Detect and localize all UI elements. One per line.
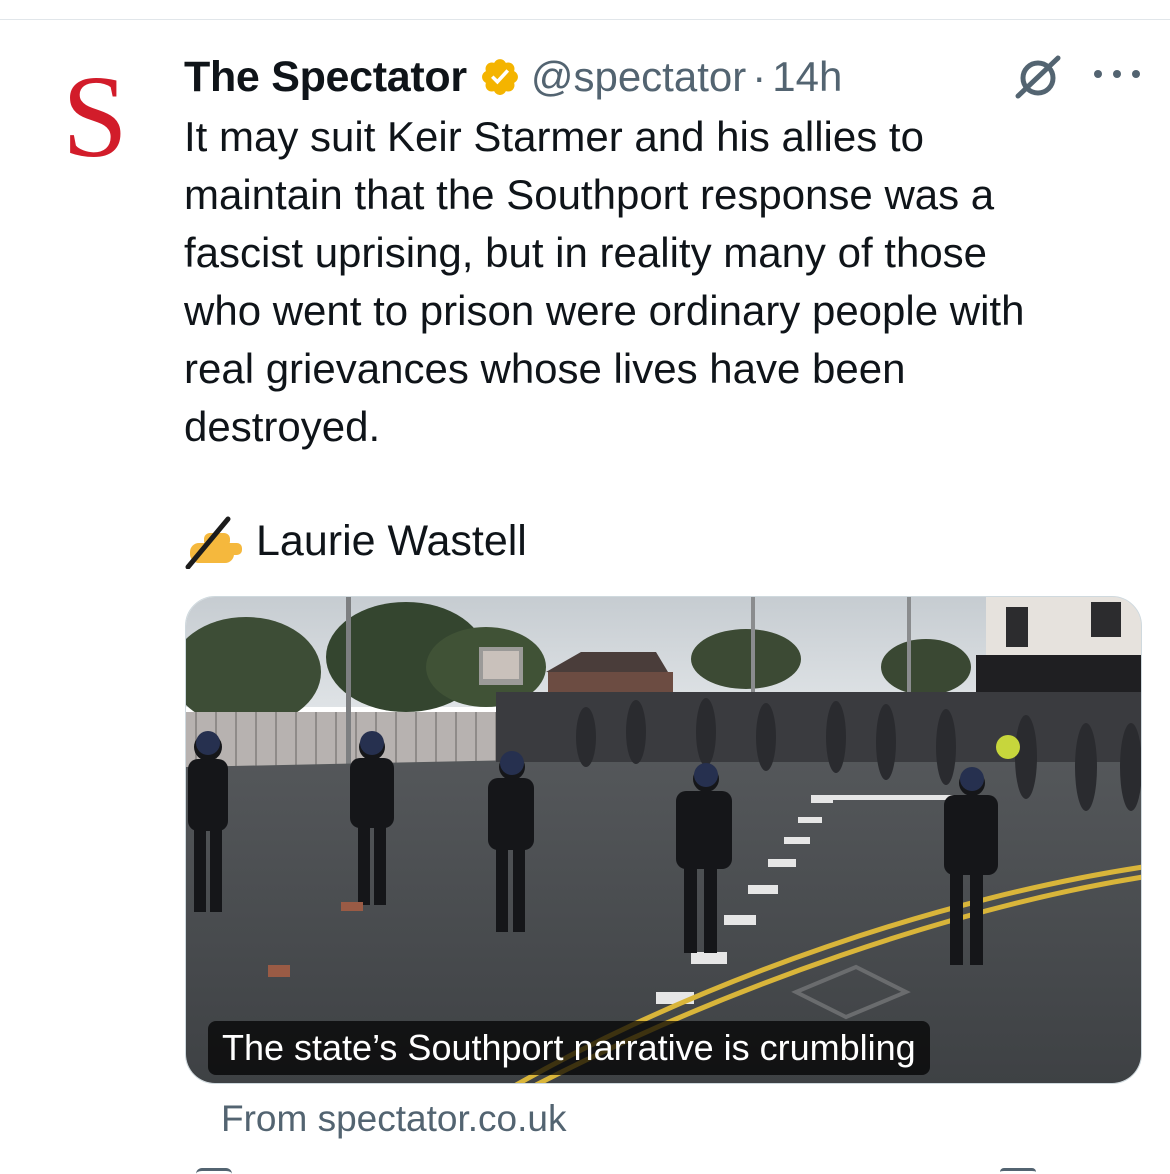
tweet-text-line: who went to prison were ordinary people … bbox=[184, 287, 1025, 334]
handle[interactable]: @spectator bbox=[531, 53, 746, 101]
writing-hand-icon bbox=[185, 516, 242, 569]
tweet-text-line: It may suit Keir Starmer and his allies … bbox=[184, 113, 924, 160]
separator-dot: · bbox=[752, 53, 767, 100]
tweet-text-line: fascist uprising, but in reality many of… bbox=[184, 229, 988, 276]
tweet-text-line: real grievances whose lives have been bbox=[184, 345, 906, 392]
avatar[interactable]: S bbox=[40, 52, 150, 192]
spectator-logo: S bbox=[62, 51, 128, 182]
more-icon[interactable] bbox=[1094, 66, 1140, 82]
author-credit-name: Laurie Wastell bbox=[256, 516, 527, 565]
verified-badge-icon[interactable] bbox=[479, 56, 521, 98]
card-source[interactable]: From spectator.co.uk bbox=[221, 1098, 566, 1140]
top-divider bbox=[0, 19, 1170, 20]
tweet-header: The Spectator @spectator · 14h bbox=[184, 50, 842, 104]
author-credit: Laurie Wastell bbox=[184, 512, 527, 570]
card-title[interactable]: The state’s Southport narrative is crumb… bbox=[208, 1021, 930, 1075]
bookmark-icon[interactable] bbox=[1000, 1168, 1036, 1174]
tweet-text-line: maintain that the Southport response was… bbox=[184, 171, 995, 218]
card-image[interactable] bbox=[186, 597, 1142, 1084]
timestamp[interactable]: 14h bbox=[772, 53, 842, 101]
reply-icon[interactable] bbox=[196, 1168, 232, 1174]
action-bar-partial bbox=[0, 1166, 1170, 1174]
tweet-text: It may suit Keir Starmer and his allies … bbox=[184, 108, 1124, 456]
link-card[interactable]: The state’s Southport narrative is crumb… bbox=[185, 596, 1142, 1084]
grok-icon[interactable] bbox=[1012, 54, 1064, 100]
tweet-text-line: destroyed. bbox=[184, 403, 381, 450]
display-name[interactable]: The Spectator bbox=[184, 53, 467, 102]
